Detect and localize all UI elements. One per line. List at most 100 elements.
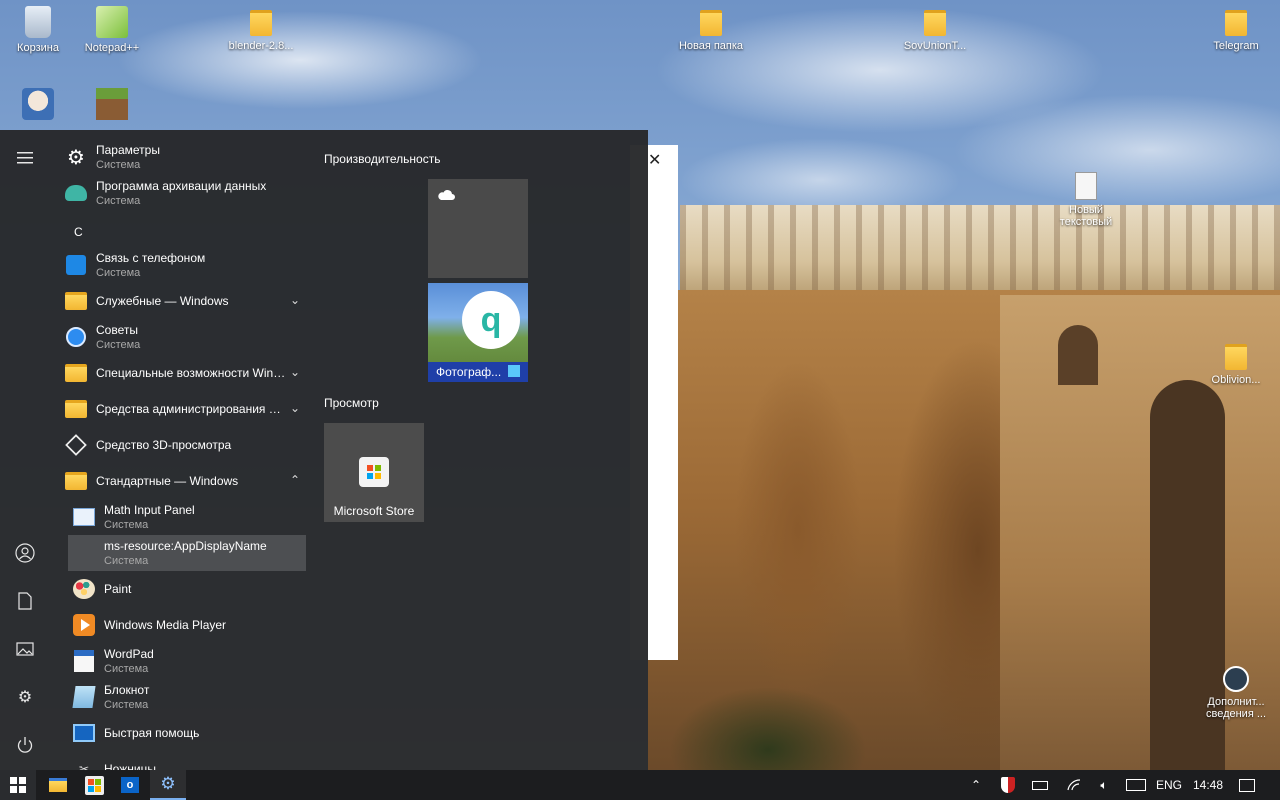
app-item-3d-viewer[interactable]: Средство 3D-просмотра [60, 427, 306, 463]
app-item-phone-link[interactable]: Связь с телефоном Система [60, 247, 306, 283]
app-item-snipping-tool[interactable]: ✂ Ножницы [68, 751, 306, 770]
desktop-icon-label: Telegram [1213, 40, 1259, 52]
desktop-icon-character[interactable] [0, 88, 76, 128]
app-folder-windows-tools[interactable]: Служебные — Windows ⌄ [60, 283, 306, 319]
desktop-icon-label: Новый текстовый [1059, 204, 1113, 228]
desktop-icon-notepad-plus-plus[interactable]: Notepad++ [74, 6, 150, 54]
app-item-label: Windows Media Player [104, 618, 227, 632]
text-document-icon [1075, 172, 1097, 200]
tray-network[interactable] [1062, 770, 1086, 800]
minecraft-icon [96, 88, 128, 120]
app-item-label: Служебные — Windows [96, 294, 229, 308]
character-icon [22, 88, 54, 120]
desktop-icon-minecraft[interactable] [74, 88, 150, 128]
tray-power[interactable] [1028, 770, 1052, 800]
app-item-subtitle: Система [104, 699, 149, 711]
keyboard-icon [1126, 779, 1146, 791]
media-player-icon [72, 613, 96, 637]
tile-label-bar: Фотограф... [428, 362, 528, 382]
app-item-windows-media-player[interactable]: Windows Media Player [68, 607, 306, 643]
tile-group-header-productivity[interactable]: Производительность [324, 152, 440, 166]
folder-icon [1225, 10, 1247, 36]
desktop-icon-new-text-document[interactable]: Новый текстовый [1048, 172, 1124, 236]
app-placeholder-icon [72, 541, 96, 565]
app-item-label: Специальные возможности Windows [96, 366, 288, 380]
app-item-label: Math Input Panel [104, 503, 195, 517]
outlook-icon: o [121, 777, 139, 793]
desktop-icon-sovunion-folder[interactable]: SovUnionT... [897, 6, 973, 52]
desktop-icon-additional-info[interactable]: Дополнит... сведения ... [1198, 666, 1274, 720]
taskbar-file-explorer[interactable] [40, 770, 76, 800]
app-item-label: Средства администрирования Windows [96, 402, 288, 416]
document-icon[interactable] [13, 589, 37, 613]
app-item-label: Блокнот [104, 683, 150, 697]
desktop-icon-recycle-bin[interactable]: Корзина [0, 6, 76, 54]
app-item-label: Связь с телефоном [96, 251, 206, 265]
file-explorer-icon [49, 778, 67, 792]
quick-assist-icon [72, 721, 96, 745]
taskbar-outlook[interactable]: o [112, 770, 148, 800]
start-rail: ⚙ [0, 130, 50, 770]
app-folder-accessibility[interactable]: Специальные возможности Windows ⌄ [60, 355, 306, 391]
cube-icon [64, 433, 88, 457]
tile-photos[interactable]: q Фотограф... [428, 283, 528, 382]
app-item-subtitle: Система [104, 663, 149, 675]
letter-header[interactable]: С [74, 225, 83, 239]
scissors-icon: ✂ [78, 762, 90, 770]
desktop-icon-label: Корзина [17, 42, 59, 54]
app-item-tips[interactable]: Советы Система [60, 319, 306, 355]
desktop-icon-new-folder[interactable]: Новая папка [673, 6, 749, 52]
tile-group-header-browse[interactable]: Просмотр [324, 396, 379, 410]
tray-clock[interactable]: 14:48 [1190, 770, 1226, 800]
app-item-label: Советы [96, 323, 138, 337]
speaker-icon: 🔈︎ [1100, 777, 1108, 792]
windows-logo-icon [10, 777, 26, 793]
app-list: ⚙ Параметры Система Программа архивации … [50, 130, 312, 770]
app-item-subtitle: Система [96, 339, 141, 351]
desktop-icon-telegram-folder[interactable]: Telegram [1198, 6, 1274, 52]
tray-security[interactable] [996, 770, 1020, 800]
chevron-down-icon: ⌄ [289, 365, 300, 379]
power-icon[interactable] [13, 733, 37, 757]
tile-onedrive[interactable] [428, 179, 528, 278]
tray-touch-keyboard[interactable] [1124, 770, 1148, 800]
pictures-icon[interactable] [13, 637, 37, 661]
chevron-down-icon: ⌄ [289, 401, 300, 415]
gear-icon: ⚙ [67, 146, 85, 169]
app-folder-accessories[interactable]: Стандартные — Windows ⌃ [60, 463, 306, 499]
app-item-backup[interactable]: Программа архивации данных Система [60, 175, 306, 211]
taskbar-store[interactable] [76, 770, 112, 800]
folder-icon [924, 10, 946, 36]
tray-language[interactable]: ENG [1152, 770, 1186, 800]
app-item-ms-resource[interactable]: ms-resource:AppDisplayName Система [68, 535, 306, 571]
tile-microsoft-store[interactable]: Microsoft Store [324, 423, 424, 522]
tray-overflow-button[interactable]: ⌃ [964, 770, 988, 800]
desktop-icon-blender-folder[interactable]: blender-2.8... [223, 6, 299, 52]
taskbar-settings[interactable]: ⚙ [150, 770, 186, 800]
app-item-wordpad[interactable]: WordPad Система [68, 643, 306, 679]
gear-icon[interactable]: ⚙ [13, 685, 37, 709]
close-icon[interactable]: ✕ [648, 150, 661, 170]
app-item-notepad[interactable]: Блокнот Система [68, 679, 306, 715]
notepad-icon [72, 685, 96, 709]
wordpad-icon [72, 649, 96, 673]
gear-icon: ⚙ [160, 774, 176, 793]
app-item-label: Программа архивации данных [96, 179, 267, 193]
app-folder-admin-tools[interactable]: Средства администрирования Windows ⌄ [60, 391, 306, 427]
app-item-quick-assist[interactable]: Быстрая помощь [68, 715, 306, 751]
phone-link-icon [64, 253, 88, 277]
folder-icon [1225, 344, 1247, 370]
tray-volume[interactable]: 🔈︎ [1092, 770, 1116, 800]
desktop-icon-oblivion-folder[interactable]: Oblivion... [1198, 340, 1274, 386]
app-item-subtitle: Система [96, 159, 141, 171]
hamburger-icon[interactable] [13, 146, 37, 170]
app-item-paint[interactable]: Paint [68, 571, 306, 607]
app-item-math-input-panel[interactable]: Math Input Panel Система [68, 499, 306, 535]
tray-notifications[interactable] [1234, 770, 1260, 800]
start-button[interactable] [0, 770, 36, 800]
app-item-settings[interactable]: ⚙ Параметры Система [60, 139, 306, 175]
desktop-icon-label: Notepad++ [84, 42, 140, 54]
photos-app-icon: q [462, 291, 520, 349]
notepad-plus-plus-icon [96, 6, 128, 38]
user-icon[interactable] [13, 541, 37, 565]
